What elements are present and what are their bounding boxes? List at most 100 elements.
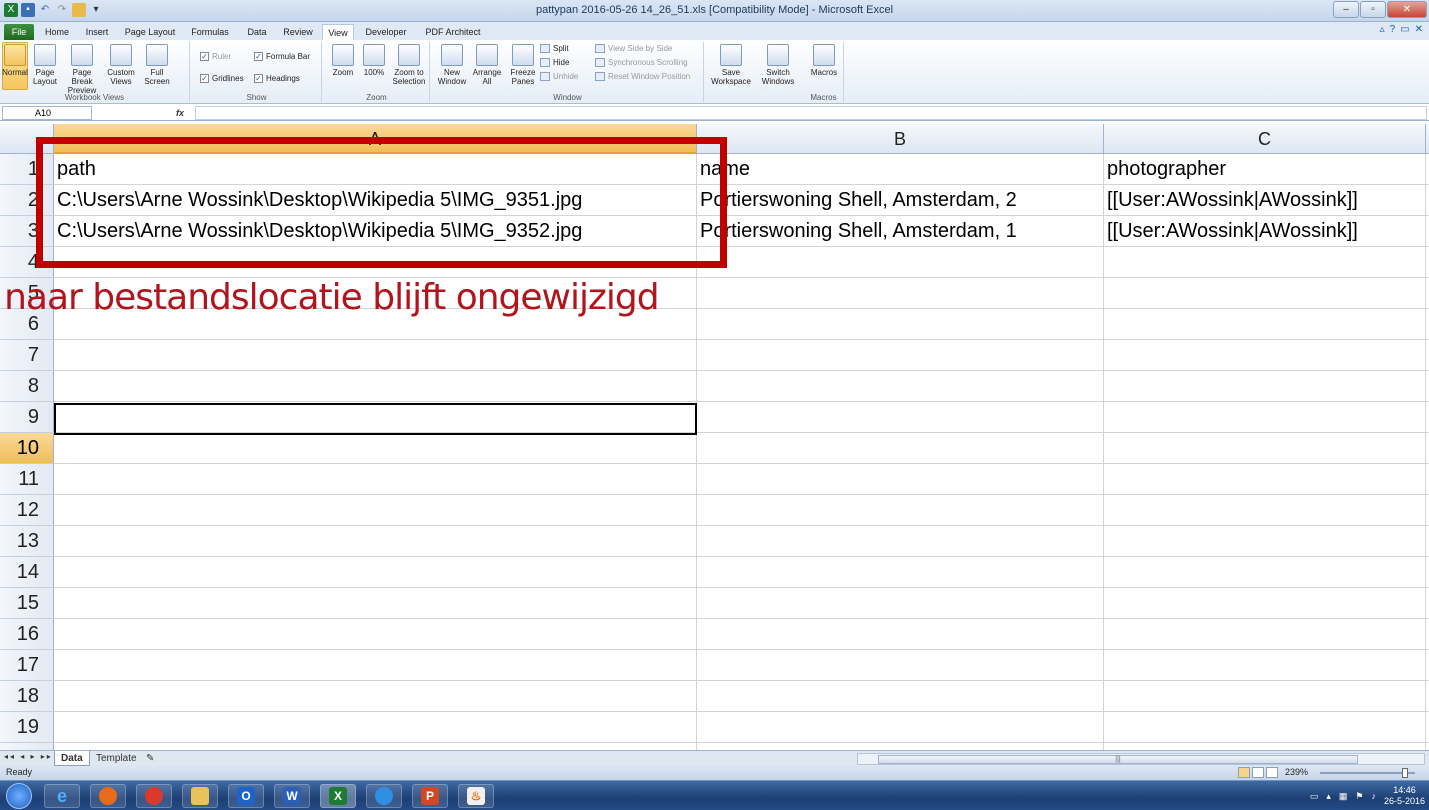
cell-c8[interactable] <box>1104 371 1426 402</box>
zoom-button[interactable]: Zoom <box>328 44 358 77</box>
hide-button[interactable]: Hide <box>540 58 569 67</box>
arrange-all-button[interactable]: Arrange All <box>470 44 504 86</box>
cell-b11[interactable] <box>697 464 1104 495</box>
row-header[interactable]: 13 <box>0 526 54 557</box>
cell-c16[interactable] <box>1104 619 1426 650</box>
minimize-button[interactable]: – <box>1333 1 1359 18</box>
row-header[interactable]: 9 <box>0 402 54 433</box>
cell-c14[interactable] <box>1104 557 1426 588</box>
cell-c15[interactable] <box>1104 588 1426 619</box>
cell-b3[interactable]: Portierswoning Shell, Amsterdam, 1 <box>697 216 1104 247</box>
cell-a20[interactable] <box>54 743 697 750</box>
page-break-preview-button[interactable]: Page Break Preview <box>62 44 102 95</box>
zoom-slider[interactable] <box>1320 772 1415 774</box>
tray-expand-icon[interactable]: ▴ <box>1326 791 1331 802</box>
cell-c5[interactable] <box>1104 278 1426 309</box>
taskbar-ie[interactable]: e <box>44 784 80 808</box>
cell-c1[interactable]: photographer <box>1104 154 1426 185</box>
taskbar-word[interactable]: W <box>274 784 310 808</box>
cell-b17[interactable] <box>697 650 1104 681</box>
cell-b14[interactable] <box>697 557 1104 588</box>
cell-b7[interactable] <box>697 340 1104 371</box>
cell-c10[interactable] <box>1104 433 1426 464</box>
volume-icon[interactable]: ♪ <box>1371 791 1376 801</box>
cell-b9[interactable] <box>697 402 1104 433</box>
new-window-button[interactable]: New Window <box>436 44 468 86</box>
flag-icon[interactable]: ⚑ <box>1355 791 1363 802</box>
custom-views-button[interactable]: Custom Views <box>104 44 138 86</box>
row-header[interactable]: 15 <box>0 588 54 619</box>
taskbar-outlook[interactable]: O <box>228 784 264 808</box>
spreadsheet-grid[interactable]: A B C 1 path name photographer 2 C:\Users\Arn… <box>0 124 1429 750</box>
tab-review[interactable]: Review <box>278 24 318 40</box>
cell-b1[interactable]: name <box>697 154 1104 185</box>
sheet-nav-arrows-icon[interactable]: ◂◂ ◂ ▸ ▸▸ <box>4 752 53 761</box>
view-side-by-side-button[interactable]: View Side by Side <box>595 44 672 53</box>
tab-data[interactable]: Data <box>240 24 274 40</box>
row-header[interactable]: 20 <box>0 743 54 750</box>
cell-a18[interactable] <box>54 681 697 712</box>
tab-pdf-architect[interactable]: PDF Architect <box>418 24 488 40</box>
cell-a13[interactable] <box>54 526 697 557</box>
cell-c13[interactable] <box>1104 526 1426 557</box>
cell-b5[interactable] <box>697 278 1104 309</box>
page-break-status-icon[interactable] <box>1266 767 1278 778</box>
normal-view-status-icon[interactable] <box>1238 767 1250 778</box>
cell-c17[interactable] <box>1104 650 1426 681</box>
page-layout-button[interactable]: Page Layout <box>30 44 60 86</box>
reset-window-position-button[interactable]: Reset Window Position <box>595 72 690 81</box>
network-icon[interactable]: ▦ <box>1339 791 1348 802</box>
row-header[interactable]: 16 <box>0 619 54 650</box>
zoom-100-button[interactable]: 100% <box>360 44 388 77</box>
zoom-slider-handle[interactable] <box>1402 768 1408 778</box>
taskbar-explorer[interactable] <box>182 784 218 808</box>
full-screen-button[interactable]: Full Screen <box>140 44 174 86</box>
cell-b15[interactable] <box>697 588 1104 619</box>
row-header[interactable]: 10 <box>0 433 54 464</box>
cell-c2[interactable]: [[User:AWossink|AWossink]] <box>1104 185 1426 216</box>
macros-button[interactable]: Macros <box>808 44 840 77</box>
cell-c7[interactable] <box>1104 340 1426 371</box>
cell-a8[interactable] <box>54 371 697 402</box>
tab-page-layout[interactable]: Page Layout <box>120 24 180 40</box>
normal-view-button[interactable]: Normal <box>2 44 28 77</box>
row-header[interactable]: 18 <box>0 681 54 712</box>
cell-c9[interactable] <box>1104 402 1426 433</box>
formula-bar-checkbox[interactable]: ✓ Formula Bar <box>254 52 310 61</box>
cell-a10[interactable] <box>54 433 697 464</box>
column-header-b[interactable]: B <box>697 124 1104 154</box>
zoom-to-selection-button[interactable]: Zoom to Selection <box>390 44 428 86</box>
tab-file[interactable]: File <box>4 24 34 40</box>
taskbar-firefox[interactable] <box>90 784 126 808</box>
save-workspace-button[interactable]: Save Workspace <box>708 44 754 86</box>
help-icon[interactable]: ? <box>1390 24 1396 35</box>
cell-c6[interactable] <box>1104 309 1426 340</box>
cell-b8[interactable] <box>697 371 1104 402</box>
row-header[interactable]: 17 <box>0 650 54 681</box>
close-workbook-icon[interactable]: ✕ <box>1415 24 1423 35</box>
headings-checkbox[interactable]: ✓ Headings <box>254 74 300 83</box>
switch-windows-button[interactable]: Switch Windows <box>756 44 800 86</box>
column-header-c[interactable]: C <box>1104 124 1426 154</box>
cell-a14[interactable] <box>54 557 697 588</box>
cell-b19[interactable] <box>697 712 1104 743</box>
cell-a11[interactable] <box>54 464 697 495</box>
taskbar-powerpoint[interactable]: P <box>412 784 448 808</box>
row-header[interactable]: 12 <box>0 495 54 526</box>
taskbar-java[interactable]: ♨ <box>458 784 494 808</box>
active-cell-a10[interactable] <box>54 403 697 435</box>
cell-a16[interactable] <box>54 619 697 650</box>
clock[interactable]: 14:46 26-5-2016 <box>1384 785 1425 807</box>
cell-b13[interactable] <box>697 526 1104 557</box>
row-header[interactable]: 7 <box>0 340 54 371</box>
split-button[interactable]: Split <box>540 44 569 53</box>
cell-b6[interactable] <box>697 309 1104 340</box>
freeze-panes-button[interactable]: Freeze Panes <box>506 44 540 86</box>
taskbar-chrome-2[interactable] <box>366 784 402 808</box>
row-header[interactable]: 8 <box>0 371 54 402</box>
cell-b18[interactable] <box>697 681 1104 712</box>
insert-sheet-icon[interactable]: ✎ <box>140 751 160 766</box>
cell-c12[interactable] <box>1104 495 1426 526</box>
ruler-checkbox[interactable]: ✓ Ruler <box>200 52 231 61</box>
synchronous-scrolling-button[interactable]: Synchronous Scrolling <box>595 58 688 67</box>
